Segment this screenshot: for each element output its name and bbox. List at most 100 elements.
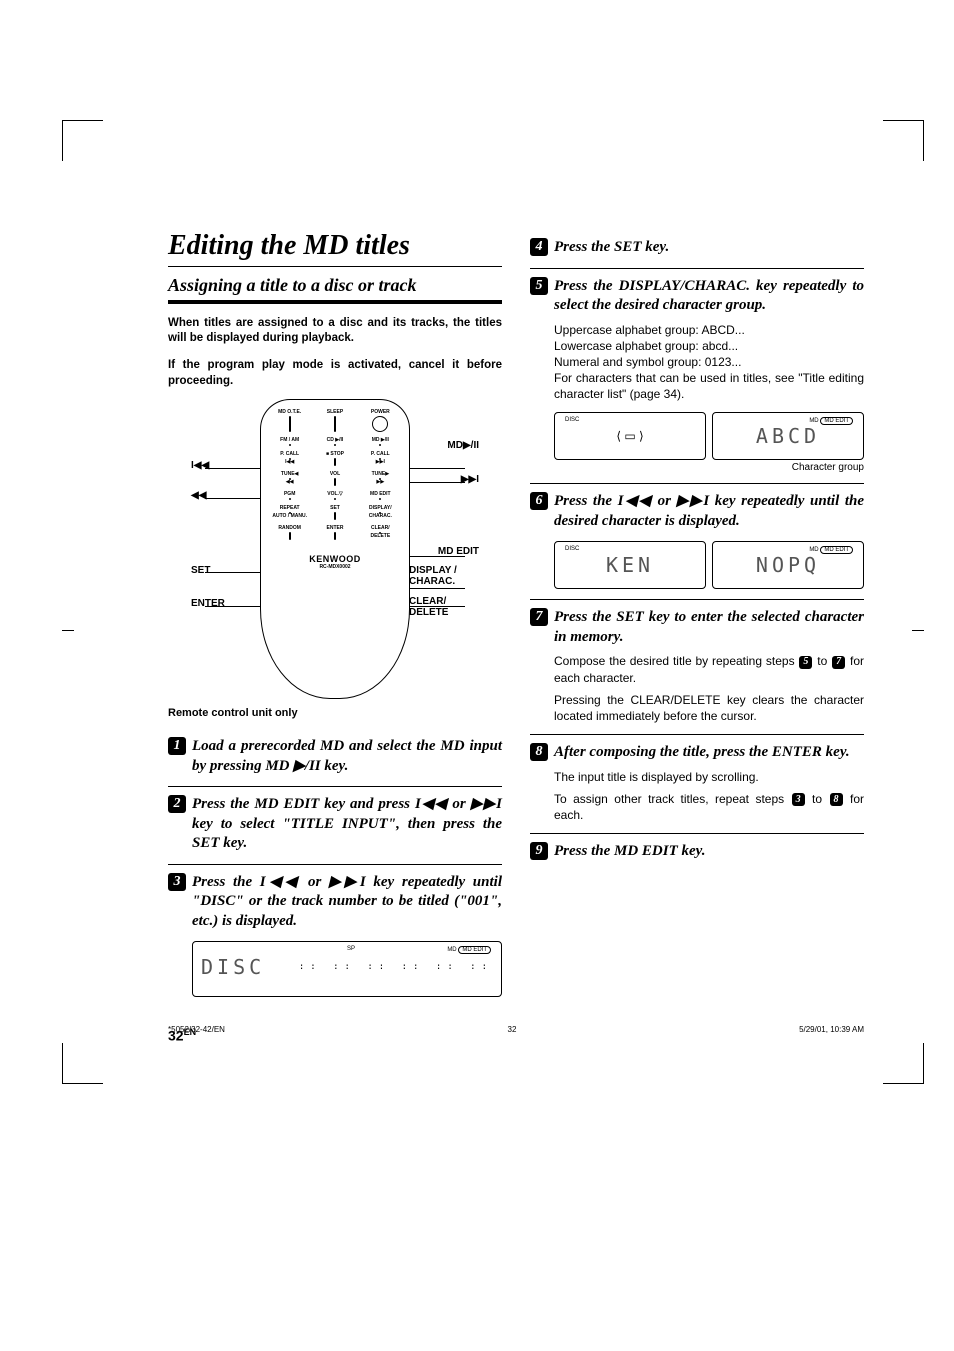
lead-set: SET: [191, 565, 210, 576]
inline-step-ref: 8: [830, 793, 843, 806]
intro-paragraph: If the program play mode is activated, c…: [168, 358, 502, 389]
lcd-split: DISC KEN MD MD EDIT NOPQ: [554, 541, 864, 589]
btn-label: FM / AM: [280, 438, 299, 443]
page: Editing the MD titles Assigning a title …: [0, 0, 954, 1084]
step-number-icon: 7: [530, 608, 548, 626]
lcd-md: MD: [809, 418, 818, 424]
lcd-display: SP MD MD EDIT DISC :: :: :: :: :: ::: [192, 941, 502, 997]
step-body-fragment: to: [813, 654, 831, 668]
lcd-tag: MD MD EDIT: [809, 417, 853, 425]
step-body-fragment: To assign other track titles, repeat ste…: [554, 792, 791, 806]
remote-button: [379, 498, 381, 500]
leader-line: [409, 588, 465, 589]
remote-diagram: MD O.T.E. SLEEP POWER FM / AM CD ▶/II MD…: [168, 399, 502, 699]
leader-line: [205, 498, 261, 499]
lead-md: MD▶/II: [447, 440, 479, 451]
crop-mark: [883, 1043, 924, 1084]
remote-button: [289, 532, 291, 540]
step-2: 2 Press the MD EDIT key and press I◀◀ or…: [168, 787, 502, 865]
crop-mark: [62, 1043, 103, 1084]
step-number-icon: 3: [168, 873, 186, 891]
btn-label: REPEAT: [280, 506, 300, 511]
right-column: 4 Press the SET key. 5 Press the DISPLAY…: [530, 230, 864, 1044]
lead-display: DISPLAY / CHARAC.: [409, 565, 479, 587]
btn-label: SLEEP: [327, 410, 343, 415]
step-6: 6 Press the I◀◀ or ▶▶I key repeatedly un…: [530, 484, 864, 600]
step-body: To assign other track titles, repeat ste…: [554, 791, 864, 823]
remote-button: [372, 416, 388, 432]
step-number-icon: 2: [168, 795, 186, 813]
lcd-text: DISC: [201, 955, 265, 979]
step-body: The input title is displayed by scrollin…: [554, 769, 864, 785]
btn-label: P. CALL: [280, 452, 299, 457]
lcd-subcaption: Character group: [554, 462, 864, 473]
lcd-md: MD: [447, 947, 456, 953]
remote-outline: MD O.T.E. SLEEP POWER FM / AM CD ▶/II MD…: [260, 399, 410, 699]
btn-label: CLEAR/: [371, 526, 390, 531]
lead-mdedit: MD EDIT: [438, 546, 479, 557]
step-title: Press the SET key to enter the selected …: [554, 608, 864, 647]
step-title: Press the I◀◀ or ▶▶I key repeatedly unti…: [554, 492, 864, 531]
step-number-icon: 8: [530, 743, 548, 761]
btn-label: TUNE▶: [372, 472, 389, 477]
remote-button: [334, 478, 336, 486]
step-3: 3 Press the I◀◀ or ▶▶I key repeatedly un…: [168, 865, 502, 1008]
btn-label: AUTO / MANU.: [272, 514, 307, 519]
btn-label: PGM: [284, 492, 295, 497]
step-number-icon: 9: [530, 842, 548, 860]
step-number-icon: 5: [530, 277, 548, 295]
remote-button: [289, 478, 291, 480]
step-body-line: Numeral and symbol group: 0123...: [554, 354, 864, 370]
lcd-text: KEN: [606, 553, 654, 577]
step-body-fragment: to: [806, 792, 829, 806]
step-5: 5 Press the DISPLAY/CHARAC. key repeated…: [530, 269, 864, 485]
lcd-tag: SP: [347, 946, 355, 952]
step-body: Pressing the CLEAR/DELETE key clears the…: [554, 692, 864, 724]
step-title: Press the I◀◀ or ▶▶I key repeatedly unti…: [192, 873, 502, 932]
lcd-md: MD: [809, 547, 818, 553]
btn-label: MD EDIT: [370, 492, 391, 497]
btn-label: ◀◀: [286, 480, 294, 485]
leader-line: [205, 468, 261, 469]
step-title: Press the MD EDIT key.: [554, 842, 706, 862]
inline-step-ref: 3: [792, 793, 805, 806]
btn-label: ▶▶: [376, 480, 384, 485]
remote-caption: Remote control unit only: [168, 707, 502, 719]
step-body-line: Lowercase alphabet group: abcd...: [554, 338, 864, 354]
remote-button: [289, 458, 291, 460]
remote-button: [334, 512, 336, 520]
remote-button: [334, 532, 336, 540]
lcd-mdedit-box: MD EDIT: [820, 417, 853, 425]
remote-button: [334, 416, 336, 432]
remote-button: [289, 444, 291, 446]
btn-label: CHARAC.: [369, 514, 392, 519]
lead-ff: ▶▶I: [461, 474, 479, 485]
model-label: RC-MDX0002: [269, 564, 401, 570]
lcd-mdedit-box: MD EDIT: [458, 946, 491, 954]
step-7: 7 Press the SET key to enter the selecte…: [530, 600, 864, 735]
lcd-mdedit-box: MD EDIT: [820, 546, 853, 554]
leader-line: [409, 482, 465, 483]
footer-left: *5052/32-42/EN: [168, 1025, 225, 1034]
step-body-fragment: Compose the desired title by repeating s…: [554, 654, 798, 668]
step-number-icon: 4: [530, 238, 548, 256]
crop-mark: [883, 120, 924, 161]
btn-label: MD O.T.E.: [278, 410, 301, 415]
lcd-text: NOPQ: [756, 553, 820, 577]
left-column: Editing the MD titles Assigning a title …: [168, 230, 502, 1044]
btn-label: SET: [330, 506, 340, 511]
lcd-tag: DISC: [565, 546, 579, 552]
step-body-line: Uppercase alphabet group: ABCD...: [554, 322, 864, 338]
lead-clear: CLEAR/ DELETE: [409, 596, 479, 618]
btn-label: TUNE◀: [281, 472, 298, 477]
lcd-right: MD MD EDIT ABCD: [712, 412, 864, 460]
leader-line: [205, 572, 261, 573]
step-body: Compose the desired title by repeating s…: [554, 653, 864, 685]
step-8: 8 After composing the title, press the E…: [530, 735, 864, 834]
inline-step-ref: 7: [832, 656, 845, 669]
step-number-icon: 6: [530, 492, 548, 510]
lcd-right: MD MD EDIT NOPQ: [712, 541, 864, 589]
remote-button: [289, 416, 291, 432]
btn-label: DELETE: [370, 534, 390, 539]
step-body: Uppercase alphabet group: ABCD... Lowerc…: [554, 322, 864, 403]
